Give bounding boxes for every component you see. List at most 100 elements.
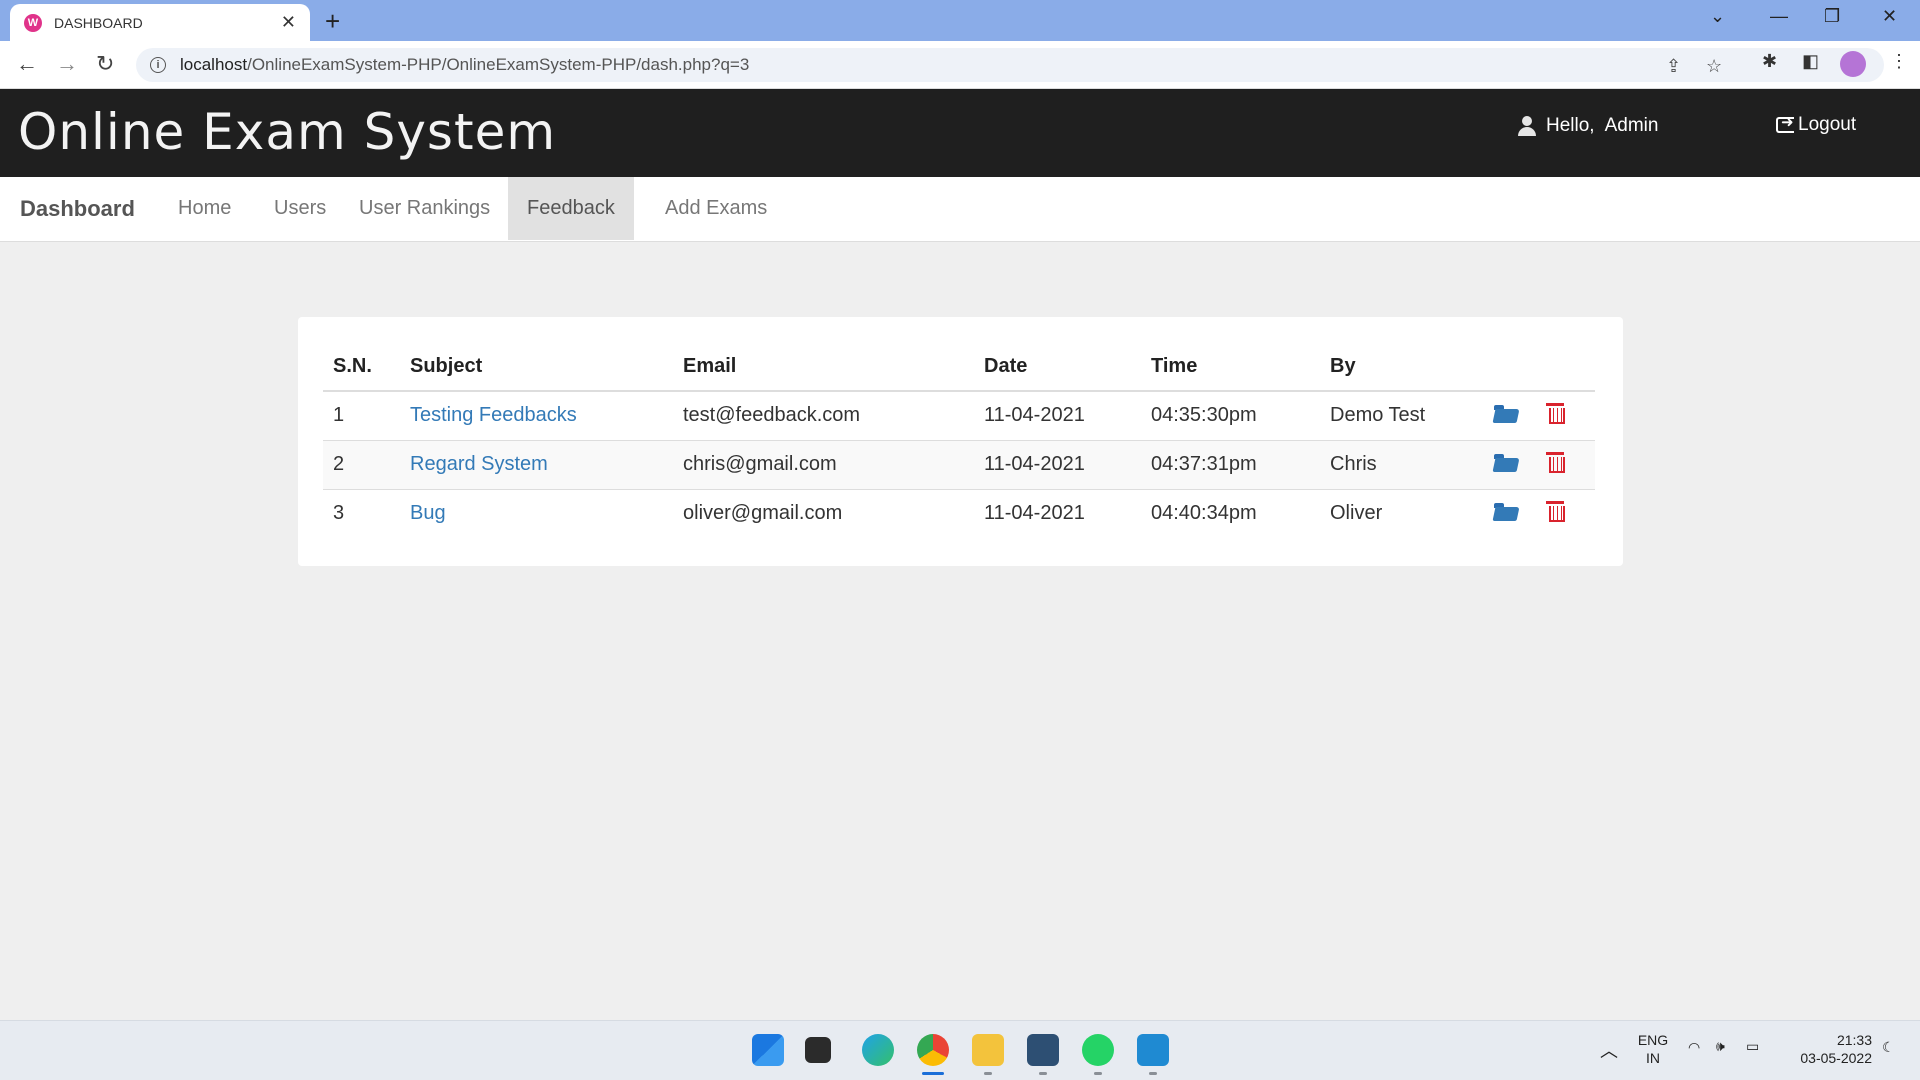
cell-time: 04:35:30pm [1141,390,1320,440]
cell-sn: 3 [323,488,400,538]
user-icon [1518,116,1536,136]
profile-avatar[interactable] [1840,51,1866,77]
cell-sn: 1 [323,390,400,440]
trash-icon[interactable] [1546,402,1565,424]
logout-link[interactable]: Logout [1776,113,1857,136]
site-title: Online Exam System [18,103,557,161]
cell-by: Chris [1320,439,1484,489]
start-icon[interactable] [752,1034,784,1066]
file-explorer-icon[interactable] [972,1034,1004,1066]
nav-item-home[interactable]: Home [159,177,250,240]
trash-icon[interactable] [1546,500,1565,522]
nav-item-user-rankings[interactable]: User Rankings [340,177,509,240]
main-navbar: Dashboard Home Users User Rankings Feedb… [0,177,1920,242]
hello-label: Hello, [1546,115,1595,136]
tab-search-icon[interactable]: ⌄ [1710,6,1725,27]
subject-link[interactable]: Regard System [410,453,548,475]
open-folder-icon[interactable] [1494,502,1518,521]
clock-time: 21:33 [1836,1032,1872,1048]
logout-label: Logout [1798,114,1857,135]
cell-date: 11-04-2021 [974,439,1141,489]
feedback-panel: S.N. Subject Email Date Time By 1 Testin… [298,317,1623,566]
side-panel-icon[interactable]: ◧ [1802,51,1819,72]
open-folder-icon[interactable] [1494,404,1518,423]
open-folder-icon[interactable] [1494,453,1518,472]
username: Admin [1604,115,1659,136]
table-row: 1 Testing Feedbacks test@feedback.com 11… [323,390,1595,440]
feedback-table: S.N. Subject Email Date Time By 1 Testin… [323,342,1595,538]
site-info-icon[interactable]: i [150,57,166,73]
task-view-icon[interactable] [805,1037,831,1063]
user-greeting: Hello, Admin [1518,115,1658,137]
header-time: Time [1141,342,1320,392]
close-tab-icon[interactable]: ✕ [281,12,296,33]
cell-time: 04:37:31pm [1141,439,1320,489]
url-path: /OnlineExamSystem-PHP/OnlineExamSystem-P… [247,55,750,74]
mysql-workbench-icon[interactable] [1027,1034,1059,1066]
url-text: localhost/OnlineExamSystem-PHP/OnlineExa… [180,55,749,75]
running-indicator [1039,1072,1047,1075]
wifi-icon[interactable]: ◠ [1688,1039,1700,1056]
trash-icon[interactable] [1546,451,1565,473]
minimize-button[interactable]: — [1770,6,1788,27]
nav-item-add-exams[interactable]: Add Exams [646,177,786,240]
extensions-icon[interactable]: ✱ [1762,51,1777,72]
language-indicator[interactable]: ENG IN [1634,1031,1672,1067]
nav-brand-dashboard[interactable]: Dashboard [20,196,135,222]
clock-date: 03-05-2022 [1800,1050,1872,1066]
back-button[interactable]: ← [16,51,38,77]
lang-line1: ENG [1637,1032,1669,1048]
nav-item-feedback[interactable]: Feedback [508,177,634,240]
volume-icon[interactable]: 🕪 [1716,1038,1725,1055]
nav-item-users[interactable]: Users [255,177,345,240]
cell-email: chris@gmail.com [673,439,974,489]
bookmark-star-icon[interactable]: ☆ [1706,56,1722,77]
close-window-button[interactable]: ✕ [1882,6,1897,27]
new-tab-button[interactable]: + [325,6,340,37]
reload-button[interactable]: ↻ [96,51,114,77]
browser-tab[interactable]: W DASHBOARD ✕ [10,4,310,41]
header-subject: Subject [400,342,673,392]
table-row: 2 Regard System chris@gmail.com 11-04-20… [323,439,1595,489]
running-indicator [1094,1072,1102,1075]
running-indicator [984,1072,992,1075]
url-host: localhost [180,55,248,74]
chevron-up-icon[interactable]: ︿ [1600,1037,1618,1063]
vscode-icon[interactable] [1137,1034,1169,1066]
forward-button[interactable]: → [56,51,78,77]
cell-date: 11-04-2021 [974,488,1141,538]
whatsapp-icon[interactable] [1082,1034,1114,1066]
browser-menu-icon[interactable]: ⋮ [1890,51,1908,72]
cell-date: 11-04-2021 [974,390,1141,440]
table-header-row: S.N. Subject Email Date Time By [323,342,1595,392]
subject-link[interactable]: Testing Feedbacks [410,404,577,426]
edge-icon[interactable] [862,1034,894,1066]
tab-title: DASHBOARD [54,14,143,31]
site-header: Online Exam System Hello, Admin Logout [0,89,1920,177]
header-date: Date [974,342,1141,392]
header-sn: S.N. [323,342,400,392]
chrome-active-indicator [922,1072,944,1075]
clock[interactable]: 21:33 03-05-2022 [1782,1031,1872,1067]
header-by: By [1320,342,1484,392]
notifications-icon[interactable]: ☾ [1882,1039,1895,1056]
cell-email: oliver@gmail.com [673,488,974,538]
share-icon[interactable]: ⇪ [1666,56,1681,77]
favicon-icon: W [24,13,42,32]
table-row: 3 Bug oliver@gmail.com 11-04-2021 04:40:… [323,488,1595,538]
browser-tabstrip: W DASHBOARD ✕ + ⌄ — ❐ ✕ [0,0,1920,41]
restore-button[interactable]: ❐ [1824,6,1840,27]
subject-link[interactable]: Bug [410,502,446,524]
header-actions [1484,342,1595,392]
os-taskbar: ︿ ENG IN ◠ 🕪 ▭ 21:33 03-05-2022 ☾ [0,1020,1920,1080]
chrome-icon[interactable] [917,1034,949,1066]
browser-toolbar: ← → ↻ i localhost/OnlineExamSystem-PHP/O… [0,41,1920,89]
logout-icon [1776,113,1794,133]
lang-line2: IN [1646,1050,1660,1066]
address-bar[interactable]: i localhost/OnlineExamSystem-PHP/OnlineE… [136,48,1884,82]
cell-sn: 2 [323,439,400,489]
battery-icon[interactable]: ▭ [1746,1038,1759,1055]
cell-time: 04:40:34pm [1141,488,1320,538]
cell-by: Demo Test [1320,390,1484,440]
running-indicator [1149,1072,1157,1075]
